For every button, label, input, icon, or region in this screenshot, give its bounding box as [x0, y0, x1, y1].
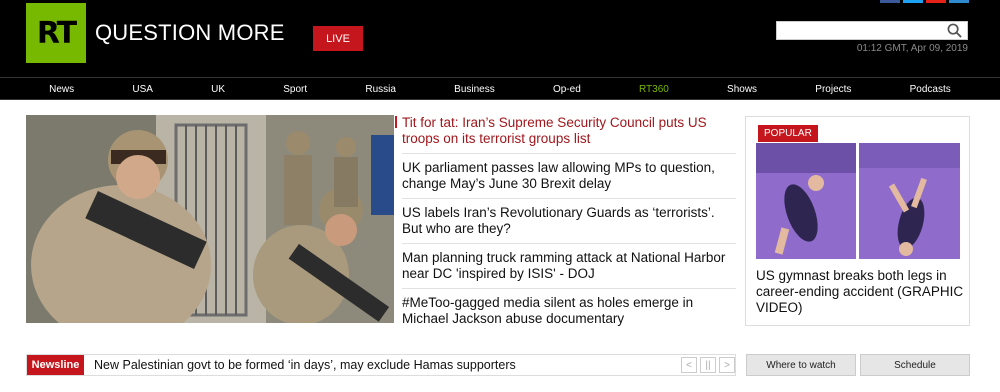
headline-item[interactable]: UK parliament passes law allowing MPs to…: [402, 154, 736, 199]
popular-headline[interactable]: US gymnast breaks both legs in career-en…: [756, 268, 966, 316]
nav-item-rt360[interactable]: RT360: [639, 84, 669, 95]
popular-image[interactable]: [756, 143, 960, 259]
headline-item[interactable]: US labels Iran’s Revolutionary Guards as…: [402, 199, 736, 244]
search-box: [776, 21, 968, 41]
rt-logo[interactable]: RT: [26, 3, 86, 63]
where-to-watch-button[interactable]: Where to watch: [746, 354, 856, 376]
newsline-bar: Newsline New Palestinian govt to be form…: [26, 354, 736, 376]
nav-item-op-ed[interactable]: Op-ed: [553, 84, 581, 95]
popular-box: POPULAR US gymnast breaks both legs in c…: [745, 116, 970, 326]
nav-item-podcasts[interactable]: Podcasts: [910, 84, 951, 95]
search-icon[interactable]: [947, 23, 962, 38]
headline-item[interactable]: #MeToo-gagged media silent as holes emer…: [402, 289, 736, 333]
nav-item-uk[interactable]: UK: [211, 84, 225, 95]
schedule-button[interactable]: Schedule: [860, 354, 970, 376]
newsline-prev-button[interactable]: <: [681, 357, 697, 373]
site-tagline: QUESTION MORE: [95, 20, 285, 45]
nav-item-sport[interactable]: Sport: [283, 84, 307, 95]
facebook-icon[interactable]: [880, 0, 900, 3]
headline-marker: [395, 116, 397, 128]
hero-image[interactable]: [26, 115, 394, 323]
nav-item-projects[interactable]: Projects: [815, 84, 851, 95]
newsline-badge: Newsline: [27, 355, 84, 375]
twitter-icon[interactable]: [903, 0, 923, 3]
nav-item-news[interactable]: News: [49, 84, 74, 95]
newsline-pause-button[interactable]: ||: [700, 357, 716, 373]
nav-item-business[interactable]: Business: [454, 84, 495, 95]
top-bar: RT QUESTION MORE LIVE 01:12 GMT, Apr 09,…: [0, 0, 1000, 77]
gymnast-photo: [756, 143, 960, 259]
popular-badge: POPULAR: [758, 125, 818, 142]
newsline-next-button[interactable]: >: [719, 357, 735, 373]
search-input[interactable]: [777, 23, 937, 41]
youtube-icon[interactable]: [926, 0, 946, 3]
current-datetime: 01:12 GMT, Apr 09, 2019: [856, 43, 968, 54]
social-icons: [880, 0, 972, 3]
headline-item[interactable]: Tit for tat: Iran’s Supreme Security Cou…: [402, 113, 736, 154]
nav-item-usa[interactable]: USA: [132, 84, 153, 95]
headline-item[interactable]: Man planning truck ramming attack at Nat…: [402, 244, 736, 289]
live-button[interactable]: LIVE: [313, 26, 363, 51]
telegram-icon[interactable]: [949, 0, 969, 3]
headline-list: Tit for tat: Iran’s Supreme Security Cou…: [402, 113, 736, 333]
nav-item-shows[interactable]: Shows: [727, 84, 757, 95]
newsline-text[interactable]: New Palestinian govt to be formed ‘in da…: [94, 358, 516, 372]
main-nav: News USA UK Sport Russia Business Op-ed …: [0, 77, 1000, 100]
nav-item-russia[interactable]: Russia: [365, 84, 396, 95]
soldiers-photo: [26, 115, 394, 323]
